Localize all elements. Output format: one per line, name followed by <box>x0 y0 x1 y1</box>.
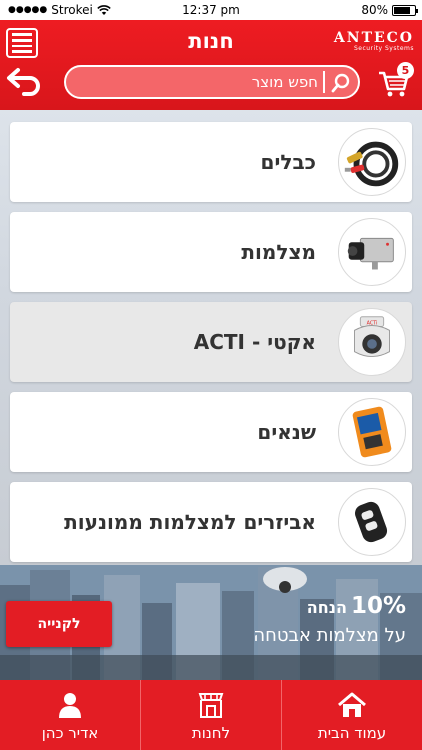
category-item-transformers[interactable]: שנאים <box>10 392 412 472</box>
category-item-acti[interactable]: אקטי - ACTI ACTi <box>10 302 412 382</box>
promo-banner[interactable]: 10% הנחה על מצלמות אבטחה לקנייה <box>0 565 422 680</box>
tab-label: לחנות <box>191 724 231 742</box>
promo-headline: 10% הנחה <box>307 593 406 619</box>
cart-count-badge: 5 <box>397 62 414 79</box>
home-icon <box>338 692 366 717</box>
category-label: אביזרים למצלמות ממונעות <box>64 510 316 534</box>
category-item-cameras[interactable]: מצלמות <box>10 212 412 292</box>
ptz-camera-icon: ACTi <box>338 308 406 376</box>
category-item-ptz-accessories[interactable]: אביזרים למצלמות ממונעות <box>10 482 412 562</box>
cable-icon <box>338 128 406 196</box>
search-divider <box>323 71 325 93</box>
logo-brand: ANTECO <box>333 30 414 46</box>
svg-text:ACTi: ACTi <box>367 321 378 327</box>
category-item-cables[interactable]: כבלים <box>10 122 412 202</box>
tab-store[interactable]: לחנות <box>140 680 281 750</box>
category-label: כבלים <box>260 150 316 174</box>
status-bar: ●●●●● Strokei 12:37 pm 80% <box>0 0 422 20</box>
store-icon <box>198 693 224 718</box>
battery-percent: 80% <box>361 3 388 17</box>
anteco-logo: ANTECO Security Systems <box>334 30 414 52</box>
buy-now-button[interactable]: לקנייה <box>6 601 112 647</box>
clock: 12:37 pm <box>182 3 240 17</box>
tab-home[interactable]: עמוד הבית <box>281 680 422 750</box>
camera-icon <box>338 218 406 286</box>
category-list: כבלים מצלמות אקטי - ACTI ACTi שנאים אביז… <box>0 110 422 565</box>
battery-status: 80% <box>361 3 418 17</box>
category-label: אקטי - ACTI <box>193 330 316 354</box>
app-header: חנות ANTECO Security Systems 5 <box>0 20 422 110</box>
tester-icon <box>338 398 406 466</box>
user-icon <box>59 693 81 718</box>
cart-button[interactable]: 5 <box>376 62 414 100</box>
logo-tagline: Security Systems <box>353 45 414 52</box>
category-label: שנאים <box>257 420 316 444</box>
search-bar[interactable] <box>64 65 360 99</box>
remote-icon <box>338 488 406 556</box>
promo-percent: 10% <box>350 593 406 619</box>
promo-subline: על מצלמות אבטחה <box>253 625 406 646</box>
search-icon[interactable] <box>331 73 351 93</box>
bottom-tab-bar: אדיר כהן לחנות עמוד הבית <box>0 680 422 750</box>
tab-profile[interactable]: אדיר כהן <box>0 680 140 750</box>
search-input[interactable] <box>78 71 318 93</box>
category-label: מצלמות <box>241 240 316 264</box>
battery-icon <box>392 4 418 16</box>
promo-word: הנחה <box>306 598 347 617</box>
tab-label: אדיר כהן <box>41 724 99 742</box>
tab-label: עמוד הבית <box>317 724 387 742</box>
back-arrow-icon[interactable] <box>6 66 42 96</box>
